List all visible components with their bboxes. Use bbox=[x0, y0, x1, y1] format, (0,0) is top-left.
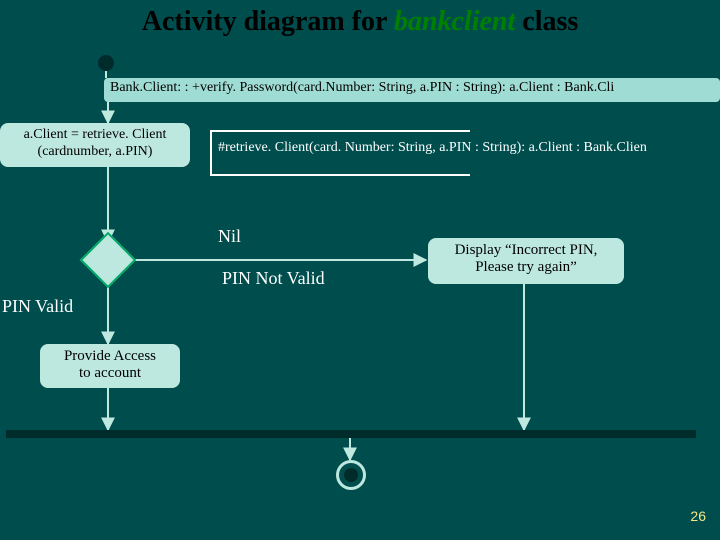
end-node-icon bbox=[336, 460, 366, 490]
incorrect-line2: Please try again” bbox=[434, 259, 618, 276]
note-retrieve-signature: #retrieve. Client(card. Number: String, … bbox=[210, 138, 720, 162]
retrieve-line1: a.Client = retrieve. Client bbox=[4, 127, 186, 144]
access-line1: Provide Access bbox=[46, 348, 174, 365]
note-retrieve-signature-label: #retrieve. Client(card. Number: String, … bbox=[212, 138, 720, 158]
decision-node-icon bbox=[80, 232, 137, 289]
action-verify-password: Bank.Client: : +verify. Password(card.Nu… bbox=[104, 78, 720, 102]
branch-label-valid: PIN Valid bbox=[2, 296, 73, 317]
action-provide-access: Provide Access to account bbox=[40, 344, 180, 388]
note-corner-bot bbox=[210, 162, 470, 176]
action-display-incorrect: Display “Incorrect PIN, Please try again… bbox=[428, 238, 624, 284]
branch-label-nil: Nil bbox=[218, 226, 241, 247]
page-number: 26 bbox=[690, 508, 706, 524]
start-node-icon bbox=[98, 55, 114, 71]
page-title: Activity diagram for bankclient class bbox=[0, 6, 720, 38]
title-pre: Activity diagram for bbox=[142, 6, 394, 37]
title-em: bankclient bbox=[394, 6, 515, 37]
incorrect-line1: Display “Incorrect PIN, bbox=[434, 242, 618, 259]
action-verify-password-label: Bank.Client: : +verify. Password(card.Nu… bbox=[110, 80, 614, 95]
action-retrieve-client: a.Client = retrieve. Client (cardnumber,… bbox=[0, 123, 190, 167]
title-post: class bbox=[515, 6, 578, 37]
note-corner-top bbox=[210, 130, 470, 138]
synchronization-bar bbox=[6, 430, 696, 438]
access-line2: to account bbox=[46, 365, 174, 382]
retrieve-line2: (cardnumber, a.PIN) bbox=[4, 144, 186, 161]
branch-label-not-valid: PIN Not Valid bbox=[222, 268, 325, 289]
